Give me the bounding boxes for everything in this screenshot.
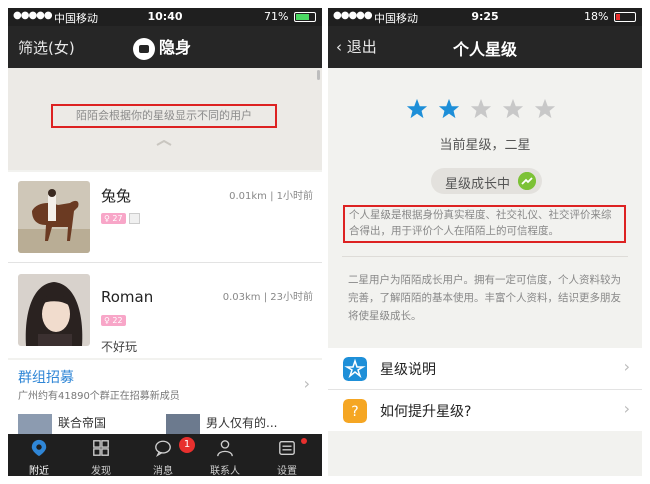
verified-icon (129, 213, 140, 224)
current-level-text: 当前星级，二星 (439, 138, 531, 153)
user-row-1[interactable]: 兔兔 0.01km | 1小时前 ♀ 27 (8, 172, 322, 262)
group-name: 联合帝国 (58, 416, 107, 430)
group-name: 男人仅有的... (206, 416, 278, 430)
menu-label: 星级说明 (380, 362, 436, 378)
star-icon (343, 357, 367, 381)
menu-label: 如何提升星级? (380, 404, 472, 420)
star-definition: 个人星级是根据身份真实程度、社交礼仪、社交评价来综合得出，用于评价个人在陌陌上的… (343, 205, 626, 243)
star-rating (406, 98, 566, 124)
group-recruit-subtitle: 广州约有41890个群正在招募新成员 (18, 391, 180, 402)
scrollbar[interactable] (317, 70, 320, 80)
battery-indicator: 71% (264, 10, 316, 23)
tab-label: 联系人 (210, 466, 240, 476)
star-hint-text: 陌陌会根据你的星级显示不同的用户 (51, 104, 277, 128)
chevron-right-icon: › (303, 374, 310, 393)
user-distance-time: 0.03km | 23小时前 (222, 292, 313, 303)
group-recruit-title: 群组招募 (18, 370, 74, 386)
discover-grid-icon (93, 440, 109, 456)
status-bar: ●●●●● 中国移动 10:40 71% (8, 8, 322, 26)
top-nav: 筛选(女) 隐身 (8, 26, 322, 68)
message-icon (155, 440, 171, 457)
star-empty-icon (470, 98, 492, 119)
question-icon: ? (343, 399, 367, 423)
stealth-label: 隐身 (159, 38, 192, 57)
user-age: 27 (112, 214, 123, 223)
tab-contacts[interactable]: 联系人 (194, 434, 256, 476)
avatar (18, 181, 90, 253)
tab-settings[interactable]: 设置 (256, 434, 318, 476)
gender-age-badge: ♀ 22 (101, 315, 126, 326)
page-title: 个人星级 (452, 40, 517, 59)
svg-text:?: ? (351, 404, 358, 420)
level-explanation: 二星用户为陌陌成长用户。拥有一定可信度，个人资料较为完善，了解陌陌的基本使用。丰… (348, 274, 621, 322)
filter-button[interactable]: 筛选(女) (18, 37, 75, 58)
battery-percent: 18% (584, 10, 609, 23)
tab-label: 设置 (277, 466, 297, 476)
battery-indicator: 18% (584, 10, 636, 23)
star-empty-icon (534, 98, 556, 119)
tab-label: 附近 (29, 466, 49, 476)
gender-age-badge: ♀ 27 (101, 213, 126, 224)
chevron-right-icon: › (623, 357, 630, 376)
tab-nearby[interactable]: 附近 (8, 434, 70, 476)
nearby-screen: ●●●●● 中国移动 10:40 71% 筛选(女) 隐身 陌陌会根据你的星级显… (8, 8, 322, 476)
user-distance-time: 0.01km | 1小时前 (229, 191, 313, 202)
battery-icon (614, 12, 636, 22)
momo-logo-icon (133, 37, 155, 60)
group-recruit-row[interactable]: 群组招募 广州约有41890个群正在招募新成员 › (8, 360, 322, 408)
growth-status-label: 星级成长中 (445, 177, 511, 192)
unread-message-badge: 1 (179, 437, 195, 453)
status-bar: ●●●●● 中国移动 9:25 18% (328, 8, 642, 26)
battery-icon (294, 12, 316, 22)
user-age: 22 (112, 316, 123, 325)
top-nav: ‹ 退出 个人星级 (328, 26, 642, 68)
star-hint-panel: 陌陌会根据你的星级显示不同的用户 (8, 68, 322, 170)
battery-percent: 71% (264, 10, 289, 23)
location-icon (31, 439, 47, 457)
tab-label: 发现 (91, 466, 111, 476)
star-empty-icon (502, 98, 524, 119)
contacts-icon (217, 440, 233, 457)
settings-icon (279, 441, 295, 455)
tab-discover[interactable]: 发现 (70, 434, 132, 476)
user-status-text: 不好玩 (101, 340, 138, 354)
star-filled-icon (438, 98, 460, 119)
growth-status-pill: 星级成长中 (431, 168, 542, 194)
tab-label: 消息 (153, 466, 173, 476)
avatar (18, 274, 90, 346)
personal-star-screen: ●●●●● 中国移动 9:25 18% ‹ 退出 个人星级 当前星级，二星 星级… (328, 8, 642, 476)
settings-notification-dot (301, 438, 307, 444)
user-row-2[interactable]: Roman 0.03km | 23小时前 ♀ 22 不好玩 (8, 263, 322, 358)
chevron-up-icon[interactable] (156, 140, 172, 146)
menu-how-to-upgrade[interactable]: ? 如何提升星级? › (328, 390, 642, 431)
user-name: Roman (101, 288, 154, 306)
bottom-tab-bar: 附近 发现 消息 联系人 设置 1 (8, 434, 322, 476)
user-name: 兔兔 (101, 187, 132, 205)
trend-up-icon (518, 172, 536, 190)
stealth-toggle[interactable]: 隐身 (133, 34, 191, 60)
menu-star-info[interactable]: 星级说明 › (328, 348, 642, 389)
star-filled-icon (406, 98, 428, 119)
chevron-right-icon: › (623, 399, 630, 418)
divider (342, 256, 628, 257)
